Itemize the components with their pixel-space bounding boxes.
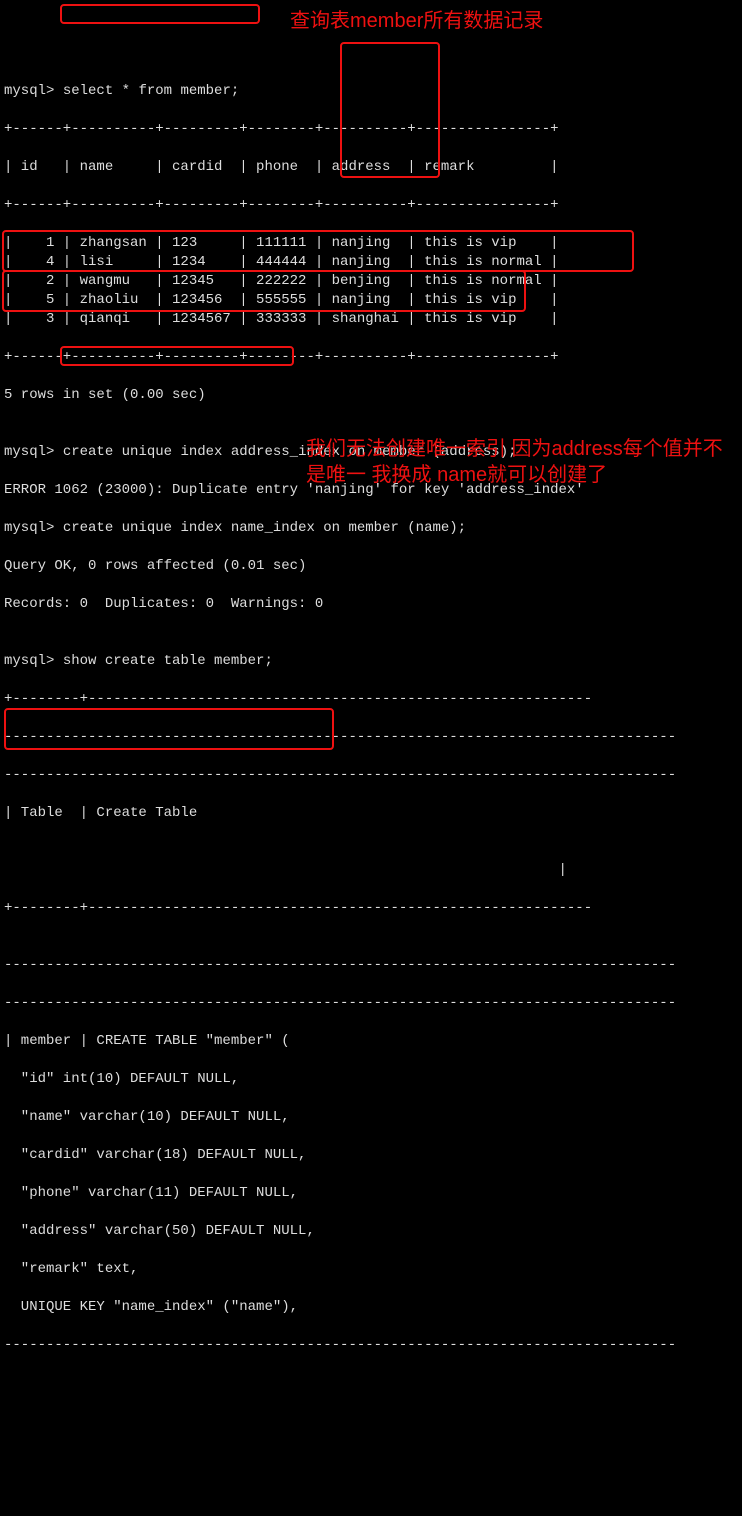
ok3: Query OK, 0 rows affected (0.01 sec) <box>4 557 738 576</box>
sep2b2: ----------------------------------------… <box>4 956 738 975</box>
ct3: "cardid" varchar(18) DEFAULT NULL, <box>4 1146 738 1165</box>
ct6: "remark" text, <box>4 1260 738 1279</box>
sep-top: +------+----------+---------+--------+--… <box>4 120 738 139</box>
table-row: | 5 | zhaoliu | 123456 | 555555 | nanjin… <box>4 291 738 310</box>
line-cmd1: mysql> select * from member; <box>4 82 738 101</box>
table-body: | 1 | zhangsan | 123 | 111111 | nanjing … <box>4 234 738 329</box>
cmd3-text: create unique index name_index on member… <box>63 520 466 536</box>
hdr: | id | name | cardid | phone | address |… <box>4 158 738 177</box>
cmd1-text: select * from member; <box>63 83 239 99</box>
sep2c: ----------------------------------------… <box>4 766 738 785</box>
sep2c2: ----------------------------------------… <box>4 994 738 1013</box>
err2: ERROR 1062 (23000): Duplicate entry 'nan… <box>4 481 738 500</box>
prompt: mysql> <box>4 653 54 669</box>
line-cmd4: mysql> show create table member; <box>4 652 738 671</box>
ct7: UNIQUE KEY "name_index" ("name"), <box>4 1298 738 1317</box>
annotation-1: 查询表member所有数据记录 <box>290 8 543 34</box>
cmd4-text: show create table member; <box>63 653 273 669</box>
line-cmd3: mysql> create unique index name_index on… <box>4 519 738 538</box>
ct2: "name" varchar(10) DEFAULT NULL, <box>4 1108 738 1127</box>
sep2b: ----------------------------------------… <box>4 728 738 747</box>
ct0: | member | CREATE TABLE "member" ( <box>4 1032 738 1051</box>
prompt: mysql> <box>4 520 54 536</box>
table-row: | 4 | lisi | 1234 | 444444 | nanjing | t… <box>4 253 738 272</box>
ct1: "id" int(10) DEFAULT NULL, <box>4 1070 738 1089</box>
sep2b3: ----------------------------------------… <box>4 1336 738 1355</box>
table-row: | 3 | qianqi | 1234567 | 333333 | shangh… <box>4 310 738 329</box>
rec3: Records: 0 Duplicates: 0 Warnings: 0 <box>4 595 738 614</box>
sep2f: +--------+------------------------------… <box>4 899 738 918</box>
table-row: | 2 | wangmu | 12345 | 222222 | benjing … <box>4 272 738 291</box>
sep2a: +--------+------------------------------… <box>4 690 738 709</box>
prompt: mysql> <box>4 83 54 99</box>
sep2d: | Table | Create Table <box>4 804 738 823</box>
sep-bot: +------+----------+---------+--------+--… <box>4 348 738 367</box>
prompt: mysql> <box>4 444 54 460</box>
sep2e: | <box>4 861 738 880</box>
box-cmd1 <box>60 4 260 24</box>
ct5: "address" varchar(50) DEFAULT NULL, <box>4 1222 738 1241</box>
line-cmd2: mysql> create unique index address_index… <box>4 443 738 462</box>
ct4: "phone" varchar(11) DEFAULT NULL, <box>4 1184 738 1203</box>
rowcount: 5 rows in set (0.00 sec) <box>4 386 738 405</box>
sep-mid: +------+----------+---------+--------+--… <box>4 196 738 215</box>
table-row: | 1 | zhangsan | 123 | 111111 | nanjing … <box>4 234 738 253</box>
cmd2-text: create unique index address_index on mem… <box>63 444 517 460</box>
